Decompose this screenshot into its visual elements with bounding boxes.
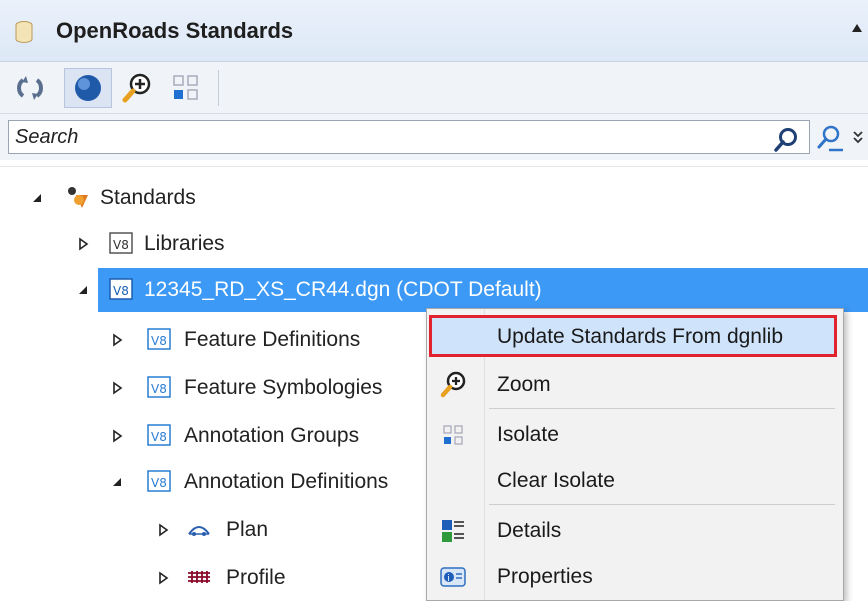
v8-icon: V8	[109, 278, 133, 300]
globe-button[interactable]	[64, 68, 112, 108]
expand-arrow-icon[interactable]	[156, 523, 170, 537]
menu-label-clear-isolate: Clear Isolate	[497, 469, 615, 492]
tree-node-libraries[interactable]: V8 Libraries	[0, 222, 868, 266]
tree-label-plan: Plan	[226, 518, 269, 541]
expand-arrow-icon[interactable]	[156, 571, 170, 585]
context-menu: Update Standards From dgnlib Zoom Isolat…	[426, 308, 844, 601]
tree-label-feature-symbologies: Feature Symbologies	[184, 376, 383, 399]
collapse-arrow-icon[interactable]	[76, 283, 90, 297]
menu-item-isolate[interactable]: Isolate	[427, 411, 843, 459]
expand-arrow-icon[interactable]	[110, 381, 124, 395]
menu-label-isolate: Isolate	[497, 423, 559, 446]
search-icon[interactable]	[772, 126, 800, 154]
tree-label-profile: Profile	[226, 566, 286, 589]
svg-text:V8: V8	[113, 284, 129, 298]
svg-text:V8: V8	[113, 238, 129, 252]
properties-icon: i	[440, 567, 466, 587]
expand-chevron-icon[interactable]	[848, 124, 868, 152]
svg-text:V8: V8	[151, 430, 167, 444]
menu-separator	[489, 504, 835, 505]
panel-title: OpenRoads Standards	[56, 18, 294, 43]
svg-text:V8: V8	[151, 382, 167, 396]
divider	[0, 166, 868, 167]
expand-arrow-icon[interactable]	[110, 429, 124, 443]
menu-separator	[489, 408, 835, 409]
isolate-icon[interactable]	[168, 70, 204, 106]
v8-icon: V8	[147, 376, 171, 398]
tree-node-standards[interactable]: Standards	[0, 176, 868, 220]
collapse-arrow-icon[interactable]	[30, 191, 44, 205]
menu-label-zoom: Zoom	[497, 373, 551, 396]
menu-label-details: Details	[497, 519, 562, 542]
database-icon	[15, 21, 33, 43]
tree-label-feature-definitions: Feature Definitions	[184, 328, 361, 351]
isolate-icon	[443, 425, 463, 445]
tree-node-dgn[interactable]: V8 12345_RD_XS_CR44.dgn (CDOT Default)	[0, 268, 868, 312]
toolbar-separator	[218, 70, 219, 106]
globe-icon	[75, 75, 101, 101]
menu-item-details[interactable]: Details	[427, 507, 843, 555]
zoom-icon[interactable]	[120, 70, 156, 106]
panel-title-bar: OpenRoads Standards	[0, 0, 868, 62]
toolbar	[0, 62, 868, 114]
search-input[interactable]	[8, 120, 810, 154]
plan-icon	[188, 526, 210, 536]
v8-icon: V8	[147, 470, 171, 492]
search-bar	[0, 114, 868, 160]
menu-item-zoom[interactable]: Zoom	[427, 361, 843, 409]
profile-icon	[188, 571, 210, 583]
menu-label-properties: Properties	[497, 565, 593, 588]
standards-icon	[68, 187, 88, 208]
tree-label-libraries: Libraries	[144, 232, 225, 255]
v8-icon: V8	[147, 328, 171, 350]
tree-label-standards: Standards	[100, 186, 196, 209]
zoom-icon	[440, 371, 466, 398]
pin-icon[interactable]	[850, 20, 864, 42]
tree-label-annotation-groups: Annotation Groups	[184, 424, 360, 447]
svg-text:i: i	[447, 574, 450, 584]
menu-item-clear-isolate[interactable]: Clear Isolate	[427, 457, 843, 505]
v8-icon: V8	[147, 424, 171, 446]
search-user-icon[interactable]	[815, 124, 845, 154]
svg-text:V8: V8	[151, 334, 167, 348]
collapse-arrow-icon[interactable]	[110, 475, 124, 489]
v8-icon: V8	[109, 232, 133, 254]
expand-arrow-icon[interactable]	[76, 237, 90, 251]
details-icon	[442, 520, 464, 542]
menu-label-update: Update Standards From dgnlib	[497, 325, 783, 348]
tree-label-dgn: 12345_RD_XS_CR44.dgn (CDOT Default)	[144, 278, 542, 301]
expand-arrow-icon[interactable]	[110, 333, 124, 347]
refresh-icon[interactable]	[12, 70, 48, 106]
tree-label-annotation-definitions: Annotation Definitions	[184, 470, 389, 493]
menu-item-properties[interactable]: i Properties	[427, 553, 843, 601]
menu-item-update-standards[interactable]: Update Standards From dgnlib	[427, 313, 843, 361]
svg-text:V8: V8	[151, 476, 167, 490]
